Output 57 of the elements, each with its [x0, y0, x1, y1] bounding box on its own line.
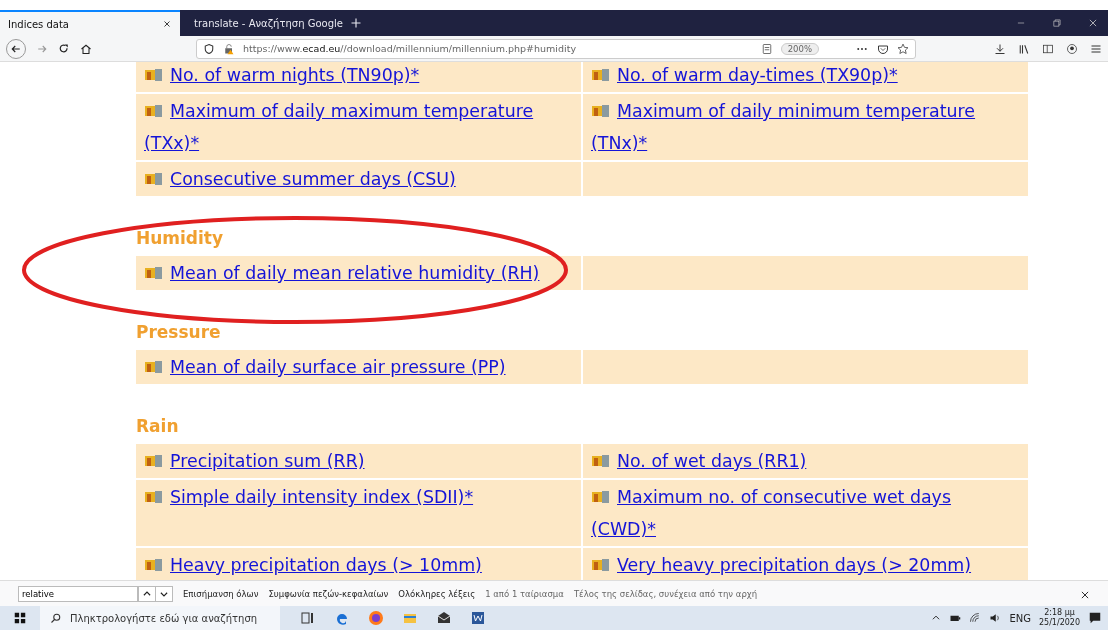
shield-icon[interactable] — [203, 42, 215, 55]
new-tab-icon[interactable] — [350, 17, 362, 29]
tile-icon — [144, 103, 164, 119]
tile-icon — [144, 453, 164, 469]
sidebar-icon[interactable] — [1042, 42, 1054, 55]
tile-icon — [144, 265, 164, 281]
find-option[interactable]: Συμφωνία πεζών-κεφαλαίων — [268, 588, 389, 599]
tile-icon — [591, 557, 611, 573]
speaker-icon[interactable] — [989, 612, 1002, 624]
tile-icon — [591, 453, 611, 469]
clock[interactable]: 2:18 μμ 25/1/2020 — [1038, 606, 1080, 630]
zoom-level-button[interactable]: 200% — [780, 42, 819, 55]
wifi-icon[interactable] — [969, 612, 982, 624]
windows-icon[interactable] — [13, 611, 27, 625]
section-heading: Rain — [136, 416, 180, 436]
tile-icon — [144, 171, 164, 187]
tile-icon — [144, 67, 164, 83]
envelope-icon[interactable] — [436, 610, 452, 626]
menu-icon[interactable] — [1090, 42, 1102, 55]
next-match-button[interactable] — [155, 585, 173, 602]
lock-warning-icon — [223, 42, 235, 55]
tile-icon — [144, 557, 164, 573]
tile-icon — [144, 359, 164, 375]
reload-icon[interactable] — [58, 42, 70, 55]
account-icon[interactable] — [1066, 42, 1078, 55]
search-icon — [50, 612, 62, 624]
find-option[interactable]: Επισήμανση όλων — [183, 588, 259, 599]
match-count: 1 από 1 ταίριασμα — [485, 588, 564, 599]
chevron-up-icon[interactable] — [931, 613, 942, 623]
word-icon[interactable] — [470, 610, 486, 626]
browser-tab[interactable]: Indices data — [0, 10, 180, 36]
previous-match-button[interactable] — [138, 585, 156, 602]
taskbar-search-field[interactable]: Πληκτρολογήστε εδώ για αναζήτηση — [40, 606, 280, 630]
pocket-icon[interactable] — [877, 42, 889, 55]
tile-icon — [144, 489, 164, 505]
home-icon[interactable] — [80, 42, 92, 55]
language-indicator[interactable]: ENG — [1009, 612, 1031, 624]
task-view-icon[interactable] — [300, 610, 316, 626]
section-heading: Pressure — [136, 322, 222, 342]
reader-view-icon[interactable] — [760, 42, 773, 55]
address-bar[interactable]: https://www.ecad.eu//download/millennium/millennium.php#humidity 200% — [196, 38, 916, 59]
library-icon[interactable] — [1018, 42, 1030, 55]
find-status: Τέλος της σελίδας, συνέχεια από την αρχή — [573, 588, 758, 599]
find-option[interactable]: Ολόκληρες λέξεις — [398, 588, 476, 599]
restore-icon[interactable] — [1052, 18, 1062, 28]
close-icon[interactable] — [1080, 589, 1090, 600]
tile-icon — [591, 103, 611, 119]
notification-icon[interactable] — [1088, 611, 1102, 625]
section-heading: Humidity — [136, 228, 225, 248]
close-icon[interactable] — [162, 19, 172, 29]
tile-icon — [591, 489, 611, 505]
find-field[interactable]: relative — [18, 585, 138, 602]
download-icon[interactable] — [994, 42, 1006, 55]
url-text: https://www.ecad.eu//download/millennium/millennium.php#humidity — [243, 43, 578, 54]
star-icon[interactable] — [897, 42, 909, 55]
firefox-icon[interactable] — [368, 610, 384, 626]
tile-icon — [591, 67, 611, 83]
